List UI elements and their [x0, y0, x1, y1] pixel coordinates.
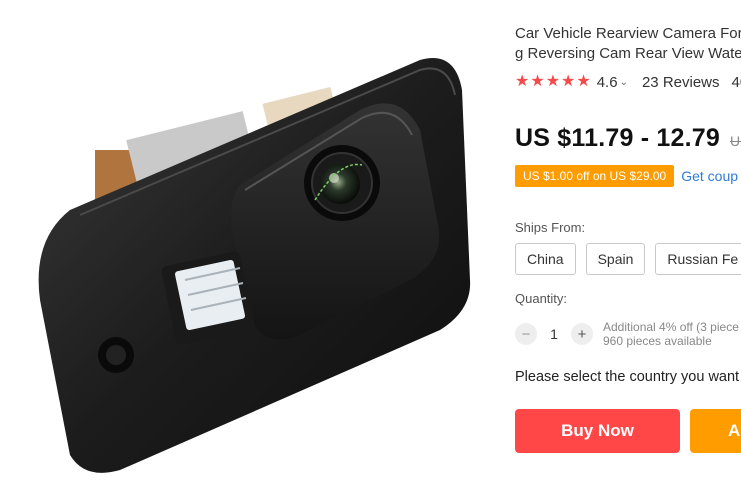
star-icon: ★ [545, 73, 561, 90]
star-rating: ★ ★ ★ ★ ★ [515, 74, 591, 90]
product-image[interactable] [0, 0, 500, 485]
buy-now-button[interactable]: Buy Now [515, 409, 680, 453]
camera-photo [38, 58, 471, 473]
stock-available: 960 pieces available [603, 334, 712, 348]
orders-count: 40 [731, 73, 741, 91]
bulk-discount-note: Additional 4% off (3 piece [603, 320, 739, 334]
price-range: US $11.79 - 12.79 [515, 124, 720, 152]
quantity-decrease-button[interactable]: − [515, 323, 537, 345]
coupon-badge: US $1.00 off on US $29.00 [515, 165, 675, 187]
reviews-link[interactable]: 23 Reviews [642, 74, 720, 91]
quantity-notes: Additional 4% off (3 piece 960 pieces av… [603, 320, 739, 348]
star-icon: ★ [576, 73, 591, 90]
ship-option-spain[interactable]: Spain [585, 243, 646, 275]
get-coupon-link[interactable]: Get coup [681, 168, 738, 184]
quantity-label: Quantity: [515, 291, 568, 306]
product-title-line-1: Car Vehicle Rearview Camera For A [515, 25, 741, 42]
ship-option-china[interactable]: China [515, 243, 576, 275]
star-icon: ★ [515, 73, 530, 90]
select-country-notice: Please select the country you want [515, 369, 740, 385]
chevron-down-icon[interactable]: ⌄ [620, 77, 628, 88]
product-title[interactable]: Car Vehicle Rearview Camera For A g Reve… [515, 24, 741, 64]
price-row: US $11.79 - 12.79 US [515, 124, 741, 153]
quantity-stepper: − 1 + Additional 4% off (3 piece 960 pie… [515, 320, 739, 348]
original-price: US [729, 133, 741, 149]
product-title-line-2: g Reversing Cam Rear View Waterp [515, 45, 741, 62]
star-icon: ★ [561, 73, 576, 90]
rating-row: ★ ★ ★ ★ ★ 4.6 ⌄ 23 Reviews 40 [515, 72, 741, 92]
quantity-input[interactable]: 1 [537, 326, 571, 342]
quantity-increase-button[interactable]: + [571, 323, 593, 345]
add-to-cart-button[interactable]: Ad [690, 409, 741, 453]
ship-option-russian-federation[interactable]: Russian Fe [655, 243, 741, 275]
rating-value[interactable]: 4.6 [597, 74, 618, 91]
product-info-panel: Car Vehicle Rearview Camera For A g Reve… [515, 0, 741, 485]
ships-from-label: Ships From: [515, 220, 586, 235]
action-buttons: Buy Now Ad [515, 409, 741, 453]
ships-from-options: China Spain Russian Fe [515, 243, 741, 275]
star-icon: ★ [530, 73, 545, 90]
coupon-row: US $1.00 off on US $29.00 Get coup [515, 165, 738, 187]
